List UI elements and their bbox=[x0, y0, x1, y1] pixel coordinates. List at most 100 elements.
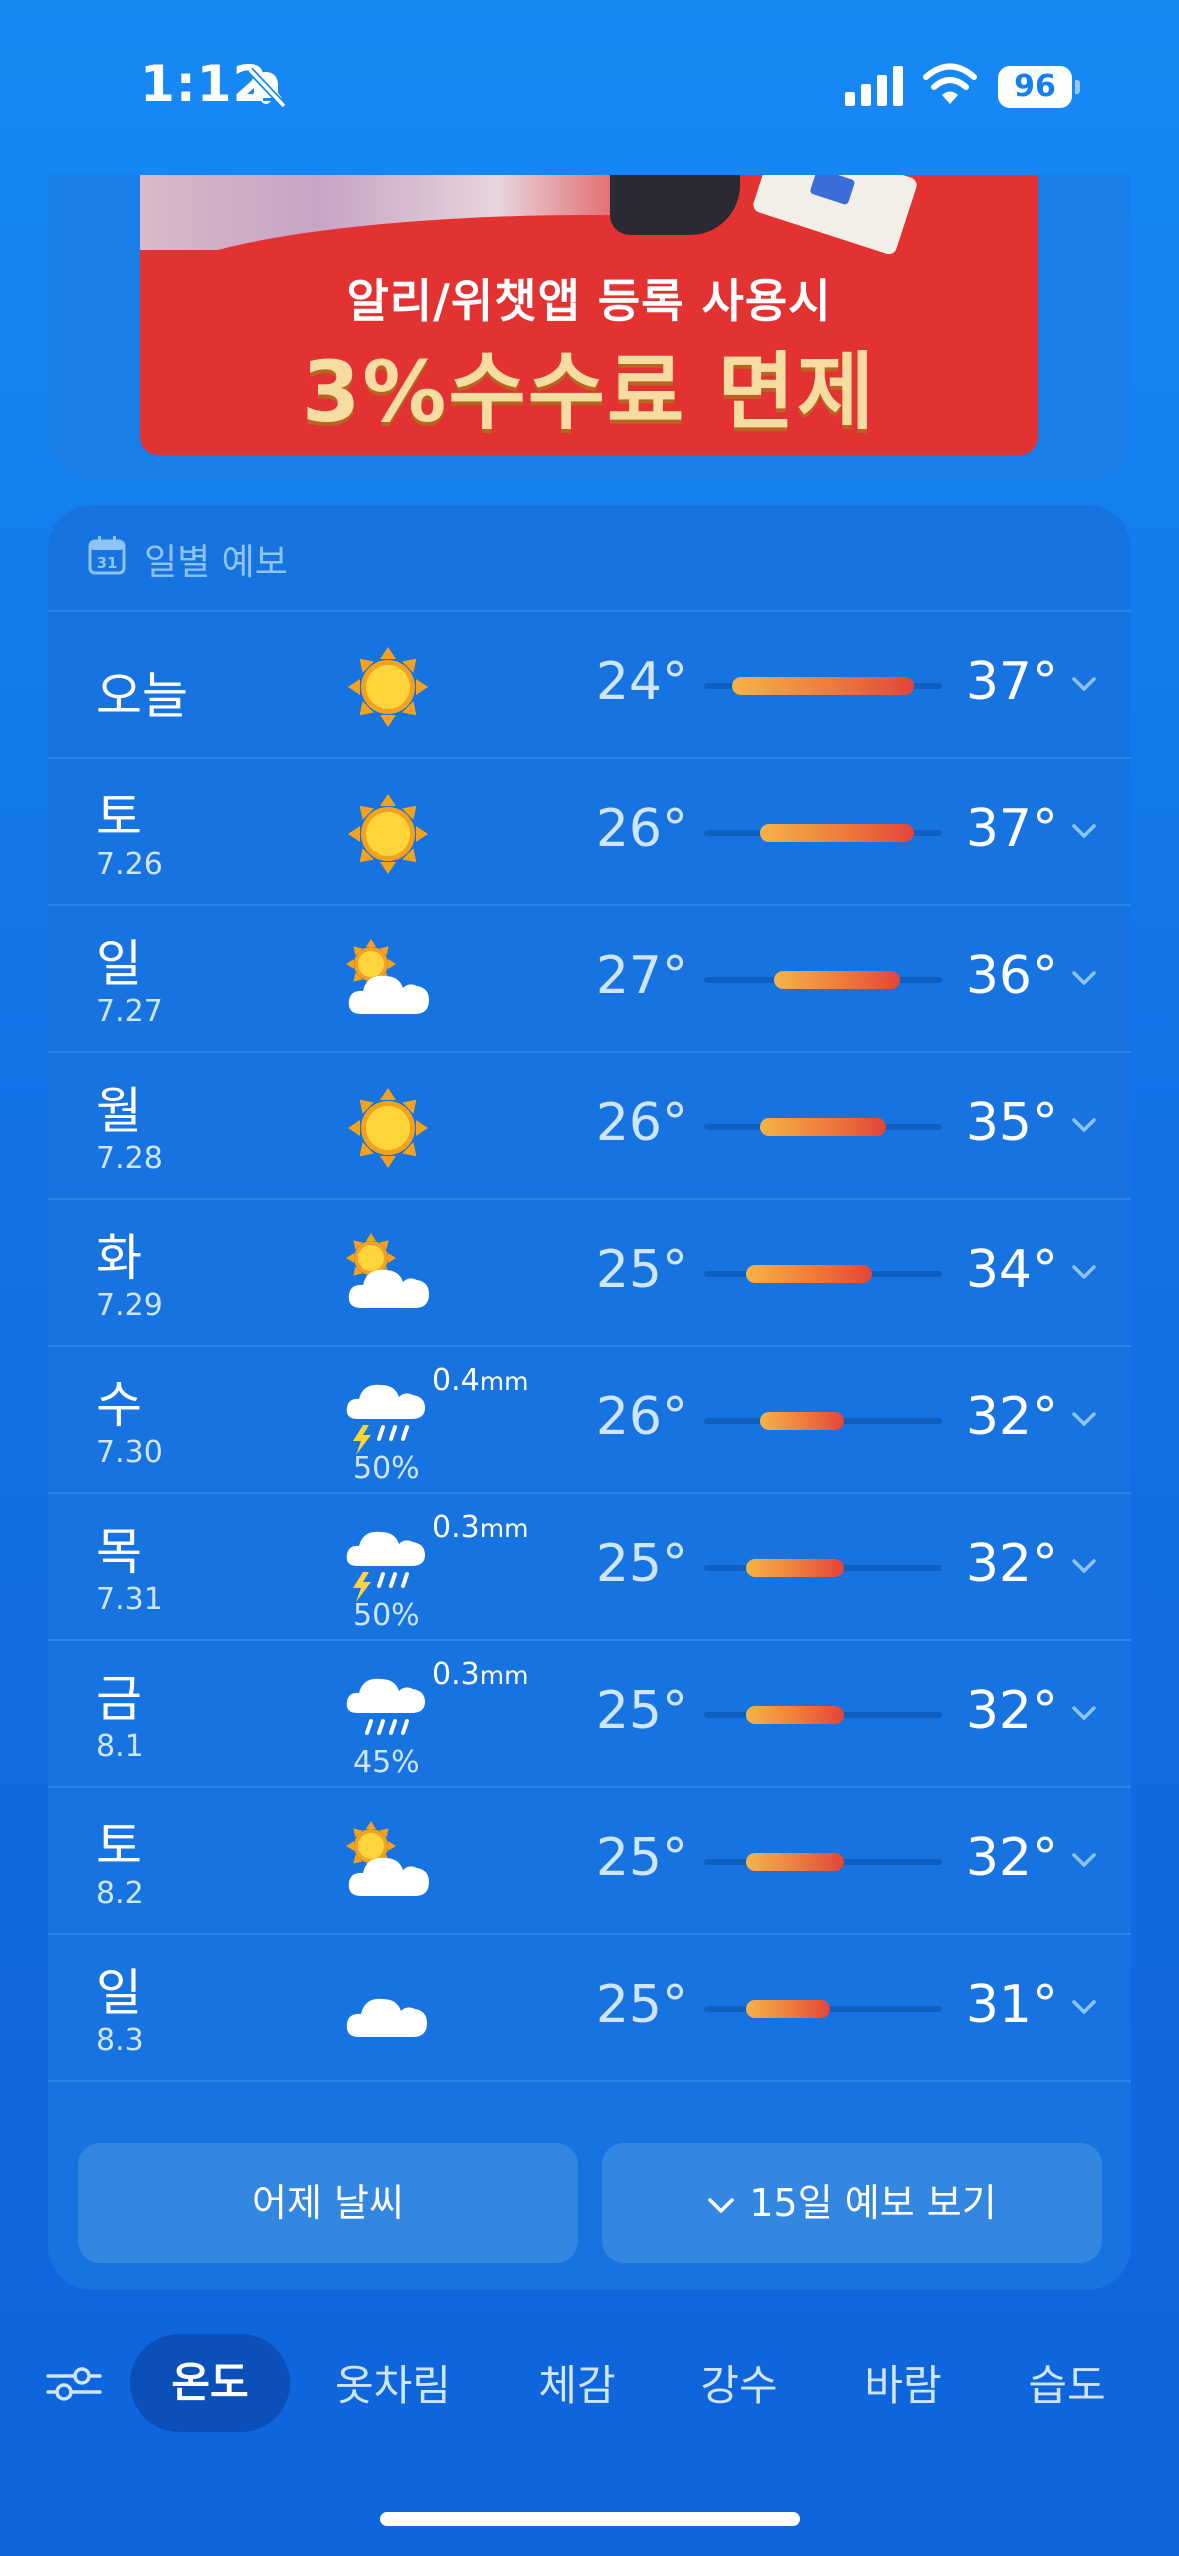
temp-range-bar bbox=[732, 677, 914, 695]
precip-amount-value: 0.3 bbox=[432, 1657, 480, 1692]
chevron-down-icon[interactable] bbox=[1070, 1409, 1098, 1429]
daily-forecast-card: 31 일별 예보 오늘 24° 37° 토 7.26 26° 37° 일 7.27 27° 36° 월… bbox=[48, 505, 1131, 2290]
tab-precipitation[interactable]: 강수 bbox=[674, 2360, 804, 2412]
tab-clothing[interactable]: 옷차림 bbox=[318, 2360, 468, 2412]
yesterday-weather-button[interactable]: 어제 날씨 bbox=[78, 2143, 578, 2263]
ad-banner[interactable]: 알리/위챗앱 등록 사용시 3%수수료 면제 bbox=[140, 175, 1038, 455]
temp-min: 25° bbox=[595, 1828, 688, 1888]
temp-range-bar bbox=[760, 1118, 886, 1136]
temp-max: 32° bbox=[965, 1534, 1058, 1594]
precip-probability: 45% bbox=[353, 1745, 420, 1780]
temp-max: 37° bbox=[965, 652, 1058, 712]
ad-headline: 알리/위챗앱 등록 사용시 bbox=[346, 274, 832, 328]
forecast-date: 7.29 bbox=[96, 1288, 163, 1323]
temp-range-track bbox=[704, 1706, 942, 1724]
sun-icon bbox=[348, 794, 428, 874]
temp-max: 35° bbox=[965, 1093, 1058, 1153]
temp-range-track bbox=[704, 2000, 942, 2018]
tab-feels-like[interactable]: 체감 bbox=[512, 2360, 642, 2412]
chevron-down-icon bbox=[708, 2197, 735, 2213]
chevron-down-icon[interactable] bbox=[1070, 968, 1098, 988]
partly-cloudy-icon bbox=[346, 1233, 429, 1308]
forecast-date: 8.1 bbox=[96, 1729, 144, 1764]
forecast-day: 수 bbox=[96, 1376, 142, 1434]
forecast-date: 8.3 bbox=[96, 2023, 144, 2058]
forecast-row[interactable]: 금 8.1 0.3mm 45% 25° 32° bbox=[48, 1641, 1131, 1788]
status-bar: 1:12 96 bbox=[0, 0, 1179, 175]
chevron-down-icon[interactable] bbox=[1070, 1115, 1098, 1135]
battery-cap bbox=[1075, 80, 1080, 94]
precip-amount-value: 0.4 bbox=[432, 1363, 480, 1398]
wifi-icon bbox=[923, 63, 977, 104]
forecast-row[interactable]: 일 8.3 25° 31° bbox=[48, 1935, 1131, 2082]
chevron-down-icon[interactable] bbox=[1070, 1703, 1098, 1723]
temp-max: 32° bbox=[965, 1387, 1058, 1447]
calendar-icon: 31 bbox=[88, 536, 126, 575]
chevron-down-icon[interactable] bbox=[1070, 821, 1098, 841]
forecast-row[interactable]: 목 7.31 0.3mm 50% 25° 32° bbox=[48, 1494, 1131, 1641]
temp-min: 25° bbox=[595, 1681, 688, 1741]
chevron-down-icon[interactable] bbox=[1070, 1850, 1098, 1870]
temp-max: 32° bbox=[965, 1828, 1058, 1888]
forecast-row[interactable]: 화 7.29 25° 34° bbox=[48, 1200, 1131, 1347]
temp-range-bar bbox=[746, 1706, 844, 1724]
temp-range-track bbox=[704, 1118, 942, 1136]
precip-unit: mm bbox=[479, 1514, 529, 1543]
calendar-day-number: 31 bbox=[97, 554, 118, 572]
yesterday-weather-label: 어제 날씨 bbox=[252, 2181, 404, 2225]
bell-muted-icon bbox=[247, 67, 287, 109]
forecast-row[interactable]: 수 7.30 0.4mm 50% 26° 32° bbox=[48, 1347, 1131, 1494]
temp-range-track bbox=[704, 971, 942, 989]
temp-range-bar bbox=[746, 1559, 844, 1577]
temp-max: 34° bbox=[965, 1240, 1058, 1300]
forecast-day: 일 bbox=[96, 1964, 142, 2022]
forecast-day: 화 bbox=[96, 1229, 142, 1287]
chevron-down-icon[interactable] bbox=[1070, 1556, 1098, 1576]
temp-max: 31° bbox=[965, 1975, 1058, 2035]
forecast-row[interactable]: 일 7.27 27° 36° bbox=[48, 906, 1131, 1053]
forecast-day: 목 bbox=[96, 1523, 142, 1581]
forecast-day: 오늘 bbox=[96, 667, 188, 725]
forecast-date: 7.27 bbox=[96, 994, 163, 1029]
precip-probability: 50% bbox=[353, 1598, 420, 1633]
fifteen-day-forecast-button[interactable]: 15일 예보 보기 bbox=[602, 2143, 1102, 2263]
temp-range-track bbox=[704, 824, 942, 842]
precip-unit: mm bbox=[479, 1661, 529, 1690]
tab-temperature[interactable]: 온도 bbox=[130, 2334, 290, 2432]
chevron-down-icon[interactable] bbox=[1070, 1997, 1098, 2017]
temp-range-bar bbox=[746, 2000, 830, 2018]
chevron-down-icon[interactable] bbox=[1070, 674, 1098, 694]
forecast-row[interactable]: 토 7.26 26° 37° bbox=[48, 759, 1131, 906]
temp-range-track bbox=[704, 677, 942, 695]
battery-level: 96 bbox=[998, 66, 1072, 108]
thunderstorm-icon bbox=[346, 1384, 425, 1455]
precip-amount: 0.4mm bbox=[432, 1363, 528, 1398]
cellular-signal-icon bbox=[845, 66, 903, 106]
fifteen-day-forecast-label: 15일 예보 보기 bbox=[749, 2181, 997, 2225]
forecast-row[interactable]: 월 7.28 26° 35° bbox=[48, 1053, 1131, 1200]
temp-range-track bbox=[704, 1412, 942, 1430]
tab-humidity[interactable]: 습도 bbox=[1002, 2360, 1132, 2412]
tab-wind[interactable]: 바람 bbox=[838, 2360, 968, 2412]
cloud-icon bbox=[346, 1998, 427, 2037]
precip-probability: 50% bbox=[353, 1451, 420, 1486]
ad-card[interactable]: 알리/위챗앱 등록 사용시 3%수수료 면제 bbox=[48, 175, 1131, 480]
precip-amount: 0.3mm bbox=[432, 1657, 528, 1692]
battery-indicator: 96 bbox=[998, 66, 1080, 108]
sun-icon bbox=[348, 647, 428, 727]
daily-forecast-title: 일별 예보 bbox=[144, 542, 288, 583]
forecast-date: 7.26 bbox=[96, 847, 163, 882]
forecast-row[interactable]: 토 8.2 25° 32° bbox=[48, 1788, 1131, 1935]
temp-range-track bbox=[704, 1559, 942, 1577]
temp-min: 24° bbox=[595, 652, 688, 712]
temp-min: 26° bbox=[595, 1387, 688, 1447]
chevron-down-icon[interactable] bbox=[1070, 1262, 1098, 1282]
temp-min: 25° bbox=[595, 1534, 688, 1594]
temp-min: 25° bbox=[595, 1240, 688, 1300]
temp-max: 32° bbox=[965, 1681, 1058, 1741]
home-indicator[interactable] bbox=[380, 2512, 800, 2526]
forecast-row[interactable]: 오늘 24° 37° bbox=[48, 612, 1131, 759]
temp-range-bar bbox=[746, 1853, 844, 1871]
filter-settings-icon[interactable] bbox=[46, 2362, 102, 2406]
temp-range-bar bbox=[746, 1265, 872, 1283]
